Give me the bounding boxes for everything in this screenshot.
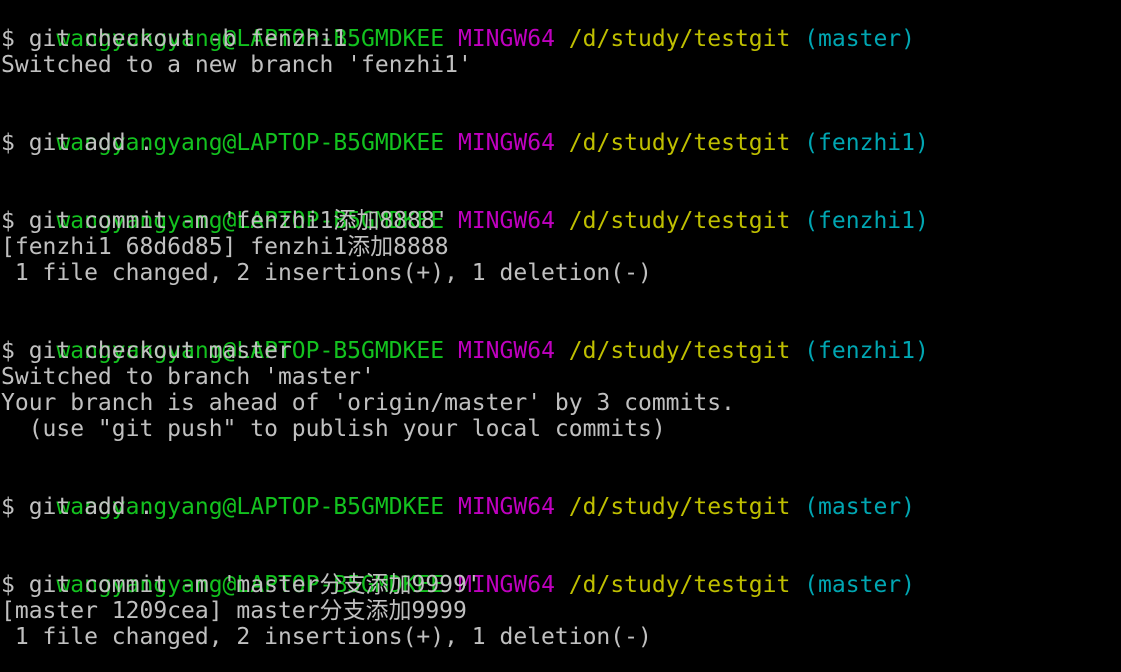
output-line: 1 file changed, 2 insertions(+), 1 delet… [1,624,652,650]
prompt-branch: (master) [804,572,915,598]
prompt-branch: (master) [804,494,915,520]
command-line: $ git commit -m 'master分支添加9999' [1,572,481,598]
output-line: 1 file changed, 2 insertions(+), 1 delet… [1,260,652,286]
prompt-path: /d/study/testgit [568,130,791,156]
output-line: Switched to branch 'master' [1,364,375,390]
prompt-line: wangyangyang@LAPTOP-B5GMDKEE MINGW64 /d/… [1,546,915,598]
prompt-line: wangyangyang@LAPTOP-B5GMDKEE MINGW64 /d/… [1,182,928,234]
terminal-window[interactable]: wangyangyang@LAPTOP-B5GMDKEE MINGW64 /d/… [0,0,1121,672]
command-line: $ git add . [1,130,154,156]
output-line: Switched to a new branch 'fenzhi1' [1,52,472,78]
command-line: $ git add . [1,494,154,520]
prompt-shell: MINGW64 [457,26,555,52]
prompt-branch: (fenzhi1) [804,338,929,364]
prompt-shell: MINGW64 [457,130,555,156]
prompt-line: wangyangyang@LAPTOP-B5GMDKEE MINGW64 /d/… [1,0,915,52]
command-line: $ git checkout -b fenzhi1 [1,26,348,52]
prompt-path: /d/study/testgit [568,494,791,520]
prompt-path: /d/study/testgit [568,572,791,598]
output-line: Your branch is ahead of 'origin/master' … [1,390,735,416]
prompt-line: wangyangyang@LAPTOP-B5GMDKEE MINGW64 /d/… [1,312,928,364]
prompt-branch: (fenzhi1) [804,208,929,234]
prompt-path: /d/study/testgit [568,208,791,234]
prompt-path: /d/study/testgit [568,338,791,364]
prompt-branch: (master) [804,26,915,52]
prompt-shell: MINGW64 [457,208,555,234]
output-line: [master 1209cea] master分支添加9999 [1,598,467,624]
prompt-branch: (fenzhi1) [804,130,929,156]
output-line: (use "git push" to publish your local co… [1,416,666,442]
prompt-shell: MINGW64 [457,338,555,364]
command-line: $ git commit -m 'fenzhi1添加8888' [1,208,449,234]
prompt-line: wangyangyang@LAPTOP-B5GMDKEE MINGW64 /d/… [1,468,915,520]
prompt-line: wangyangyang@LAPTOP-B5GMDKEE MINGW64 /d/… [1,104,928,156]
command-line: $ git checkout master [1,338,292,364]
prompt-shell: MINGW64 [457,494,555,520]
output-line: [fenzhi1 68d6d85] fenzhi1添加8888 [1,234,449,260]
prompt-path: /d/study/testgit [568,26,791,52]
